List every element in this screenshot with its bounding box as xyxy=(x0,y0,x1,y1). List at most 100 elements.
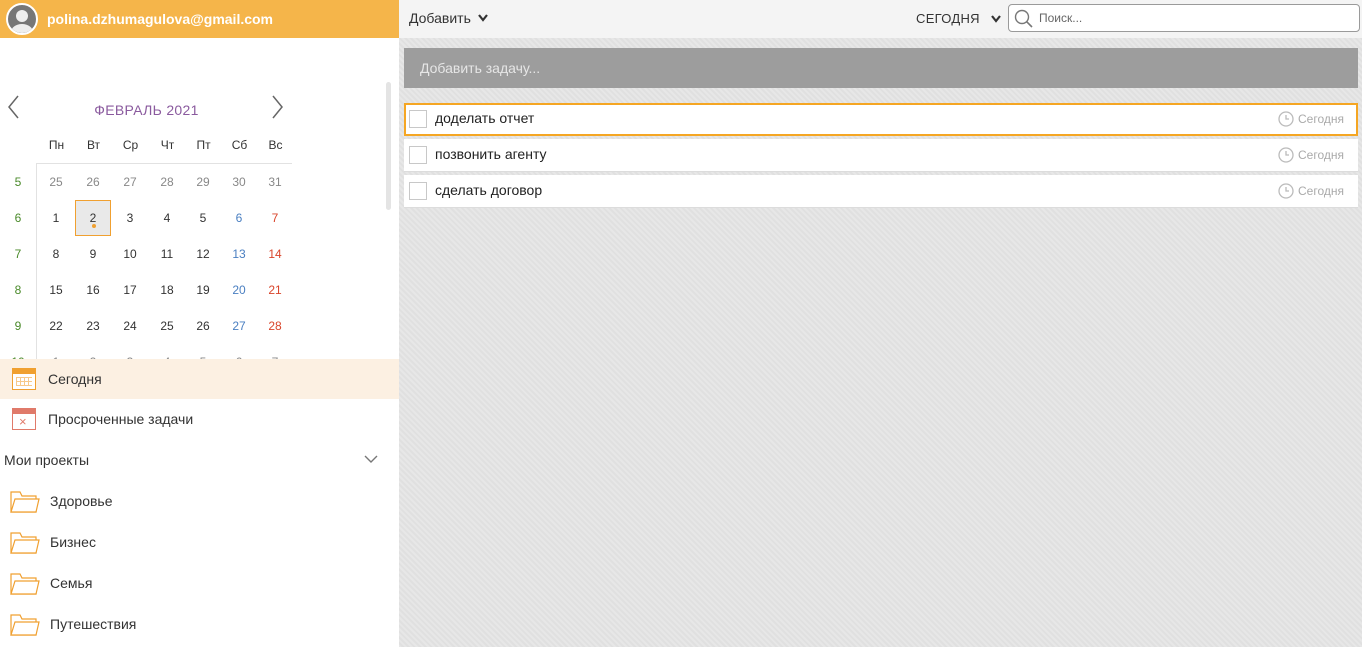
calendar-day-number: 26 xyxy=(196,319,210,333)
calendar-day[interactable]: 12 xyxy=(185,236,221,272)
project-name: Путешествия xyxy=(50,615,137,632)
week-number[interactable]: 6 xyxy=(4,211,32,225)
calendar-day[interactable]: 11 xyxy=(149,236,185,272)
calendar-day[interactable]: 13 xyxy=(221,236,257,272)
weekday-label: Ср xyxy=(122,138,139,152)
clock-icon xyxy=(1278,147,1294,163)
task-due[interactable]: Сегодня xyxy=(1278,111,1344,127)
calendar-day[interactable]: 23 xyxy=(75,308,111,344)
calendar-day[interactable]: 9 xyxy=(75,236,111,272)
calendar-day[interactable]: 16 xyxy=(75,272,111,308)
nav-overdue[interactable]: × Просроченные задачи xyxy=(0,399,399,439)
project-item[interactable]: Семья xyxy=(0,562,399,603)
weekday-label: Сб xyxy=(231,138,248,152)
nav-today[interactable]: Сегодня xyxy=(0,359,399,399)
calendar-day[interactable]: 26 xyxy=(75,164,111,200)
calendar-day[interactable]: 30 xyxy=(221,164,257,200)
calendar-day[interactable]: 3 xyxy=(112,200,148,236)
prev-month-icon[interactable] xyxy=(5,94,23,120)
weekday-label: Вс xyxy=(268,138,283,152)
calendar-day[interactable]: 8 xyxy=(38,236,74,272)
calendar-day[interactable]: 14 xyxy=(257,236,293,272)
calendar-day-number: 2 xyxy=(89,211,97,225)
calendar-day[interactable]: 26 xyxy=(185,308,221,344)
clock-icon xyxy=(1278,183,1294,199)
task-row[interactable]: позвонить агенту Сегодня xyxy=(404,139,1358,172)
task-row[interactable]: сделать договор Сегодня xyxy=(404,175,1358,208)
calendar-day[interactable]: 27 xyxy=(221,308,257,344)
calendar-day[interactable]: 4 xyxy=(149,200,185,236)
calendar-day[interactable]: 27 xyxy=(112,164,148,200)
calendar-day-number: 27 xyxy=(123,175,137,189)
calendar-day[interactable]: 18 xyxy=(149,272,185,308)
project-item[interactable]: Путешествия xyxy=(0,603,399,644)
task-checkbox[interactable] xyxy=(409,146,427,164)
task-due[interactable]: Сегодня xyxy=(1278,183,1344,199)
calendar-day[interactable]: 25 xyxy=(149,308,185,344)
next-month-icon[interactable] xyxy=(268,94,286,120)
folder-icon xyxy=(10,531,40,554)
calendar-day[interactable]: 6 xyxy=(221,200,257,236)
task-title: позвонить агенту xyxy=(435,146,547,162)
calendar-day-selected[interactable]: 2 xyxy=(75,200,111,236)
task-title: доделать отчет xyxy=(435,110,535,126)
search-input[interactable] xyxy=(1039,7,1355,29)
calendar-day[interactable]: 1 xyxy=(38,200,74,236)
calendar-day[interactable]: 25 xyxy=(38,164,74,200)
calendar-day[interactable]: 19 xyxy=(185,272,221,308)
task-due-label: Сегодня xyxy=(1298,112,1344,126)
projects-header[interactable]: Мои проекты xyxy=(0,440,399,480)
projects-title: Мои проекты xyxy=(4,452,90,468)
week-number[interactable]: 5 xyxy=(4,175,32,189)
calendar-day-number: 13 xyxy=(232,247,246,261)
calendar-day-number: 19 xyxy=(196,283,210,297)
calendar-day-number: 6 xyxy=(235,211,243,225)
calendar-day-number: 25 xyxy=(160,319,174,333)
user-email[interactable]: polina.dzhumagulova@gmail.com xyxy=(47,11,273,27)
add-task-input[interactable] xyxy=(420,57,1320,79)
task-checkbox[interactable] xyxy=(409,182,427,200)
project-item[interactable]: Здоровье xyxy=(0,480,399,521)
task-checkbox[interactable] xyxy=(409,110,427,128)
add-task-bar[interactable] xyxy=(404,48,1358,88)
add-menu-label: Добавить xyxy=(409,10,471,26)
task-row-selected[interactable]: доделать отчет Сегодня xyxy=(404,103,1358,136)
add-menu-button[interactable]: Добавить xyxy=(409,10,489,26)
calendar-day[interactable]: 22 xyxy=(38,308,74,344)
calendar-day[interactable]: 28 xyxy=(149,164,185,200)
task-due-label: Сегодня xyxy=(1298,184,1344,198)
calendar-day[interactable]: 7 xyxy=(257,200,293,236)
calendar-divider xyxy=(36,163,37,379)
calendar-day[interactable]: 24 xyxy=(112,308,148,344)
calendar-day[interactable]: 20 xyxy=(221,272,257,308)
calendar-day[interactable]: 5 xyxy=(185,200,221,236)
chevron-down-icon[interactable] xyxy=(363,453,379,465)
calendar-day-number: 4 xyxy=(163,211,171,225)
calendar-day[interactable]: 21 xyxy=(257,272,293,308)
calendar-day[interactable]: 29 xyxy=(185,164,221,200)
period-label: СЕГОДНЯ xyxy=(916,11,980,26)
avatar[interactable] xyxy=(6,3,38,35)
week-number[interactable]: 7 xyxy=(4,247,32,261)
clock-icon xyxy=(1278,111,1294,127)
period-dropdown[interactable]: СЕГОДНЯ xyxy=(916,11,1002,26)
calendar-day[interactable]: 17 xyxy=(112,272,148,308)
toolbar: Добавить СЕГОДНЯ xyxy=(399,0,1362,38)
calendar-day-number: 12 xyxy=(196,247,210,261)
project-item[interactable]: Бизнес xyxy=(0,521,399,562)
week-number[interactable]: 8 xyxy=(4,283,32,297)
calendar-day-number: 15 xyxy=(49,283,63,297)
calendar-day[interactable]: 28 xyxy=(257,308,293,344)
calendar-day-number: 18 xyxy=(160,283,174,297)
calendar-day[interactable]: 31 xyxy=(257,164,293,200)
chevron-down-icon xyxy=(478,14,488,22)
search-box[interactable] xyxy=(1008,4,1360,32)
task-title: сделать договор xyxy=(435,182,543,198)
calendar-scrollbar[interactable] xyxy=(386,82,391,210)
calendar-day[interactable]: 15 xyxy=(38,272,74,308)
week-number[interactable]: 9 xyxy=(4,319,32,333)
calendar-day-number: 28 xyxy=(268,319,282,333)
calendar-day[interactable]: 10 xyxy=(112,236,148,272)
task-due[interactable]: Сегодня xyxy=(1278,147,1344,163)
calendar-day-number: 8 xyxy=(52,247,60,261)
